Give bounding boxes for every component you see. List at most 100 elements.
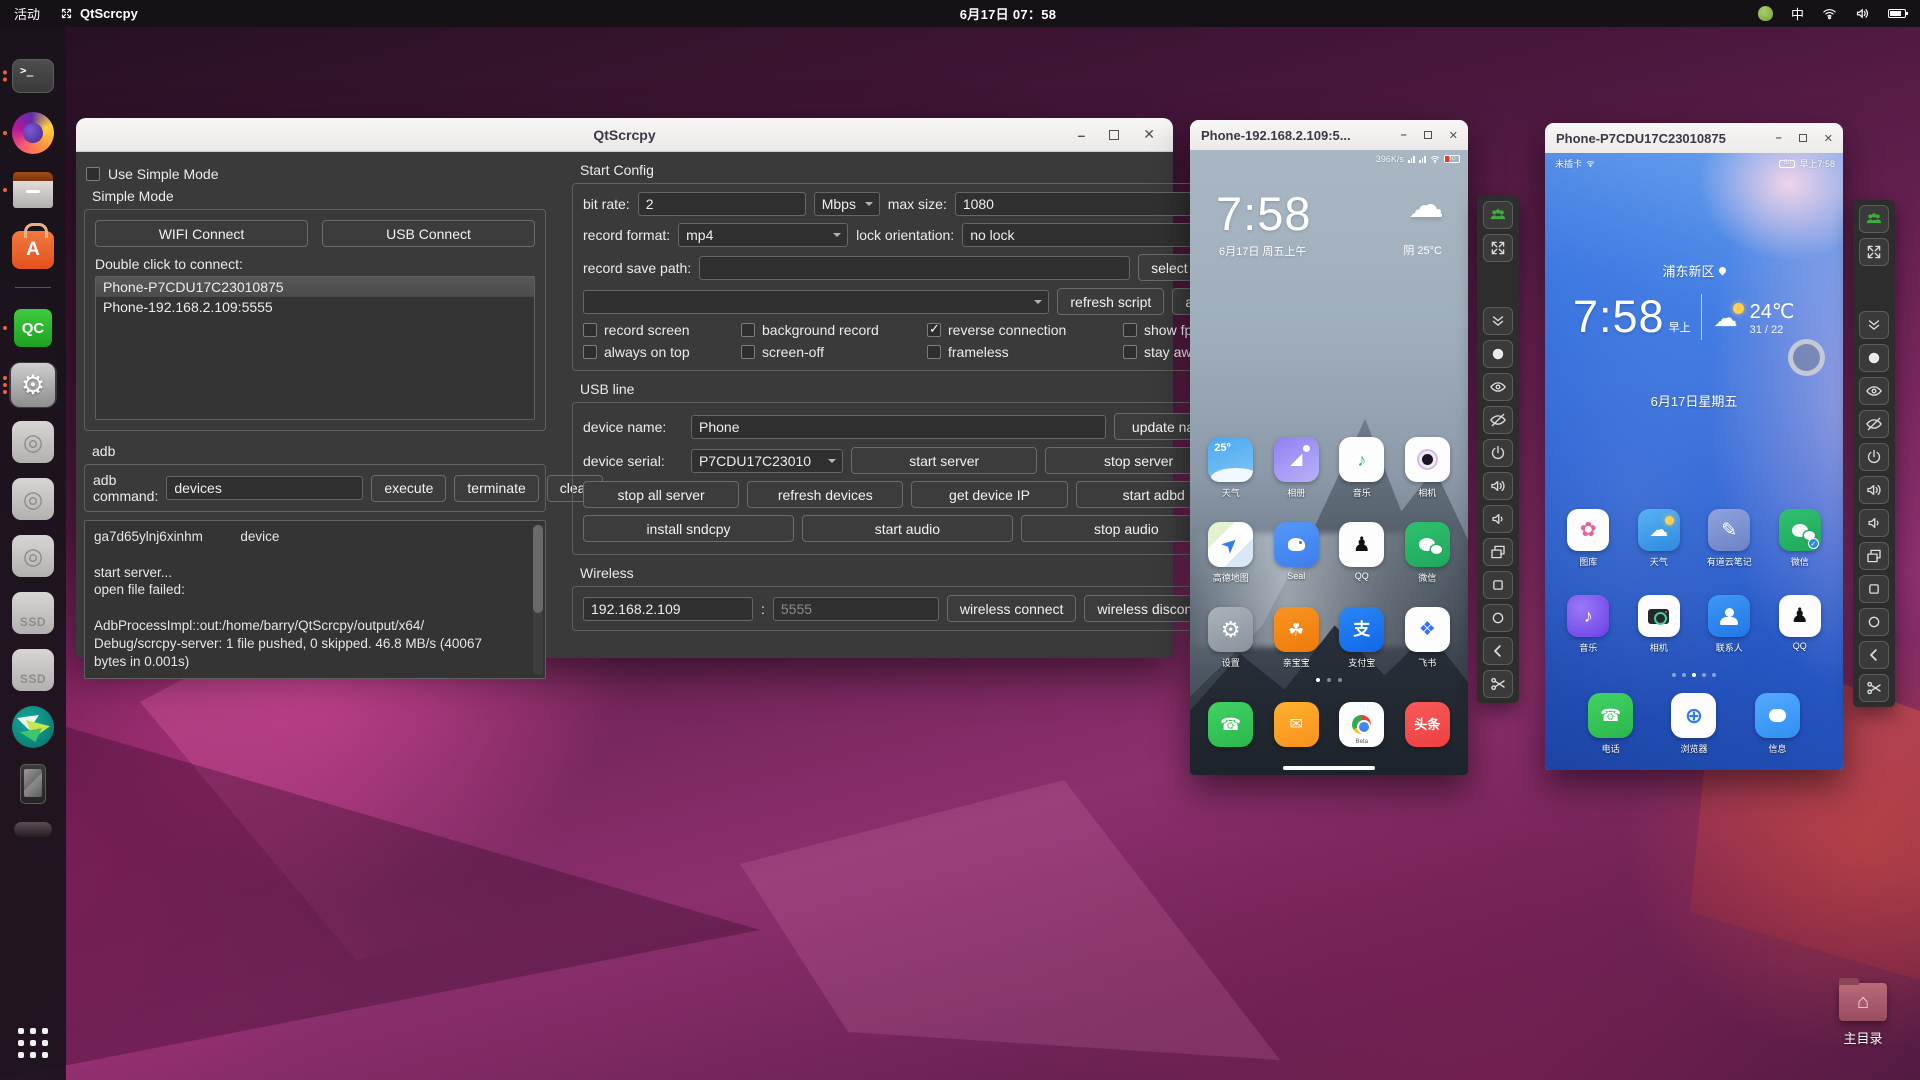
record-save-path-input[interactable] (699, 255, 1131, 280)
menu-button[interactable] (1483, 571, 1513, 599)
app-qq[interactable]: ♟ QQ (1333, 522, 1391, 584)
app-contacts[interactable]: 联系人 (1700, 595, 1758, 654)
wireless-ip-input[interactable] (583, 596, 753, 621)
start-audio-button[interactable]: start audio (801, 515, 1013, 542)
wireless-port-input[interactable] (772, 596, 939, 621)
app-amap[interactable]: ➤ 高德地图 (1202, 522, 1260, 584)
clock-indicator[interactable]: 6月17日 07：58 (960, 4, 1057, 23)
close-button[interactable]: ✕ (1143, 126, 1155, 143)
dock-item-qtscrcpy-active[interactable]: ⚙ (3, 362, 57, 408)
home-button[interactable] (1859, 608, 1889, 636)
use-simple-mode-checkbox[interactable] (86, 167, 100, 181)
volume-up-button[interactable] (1859, 476, 1889, 504)
power-button[interactable] (1859, 443, 1889, 471)
dock-item-firefox[interactable] (3, 110, 57, 156)
dock-item-ubuntu-software[interactable]: A (9, 222, 57, 270)
app-music[interactable]: ♪ 音乐 (1559, 595, 1617, 654)
app-gallery[interactable]: ✿ 图库 (1559, 509, 1617, 568)
usb-connect-button[interactable]: USB Connect (322, 220, 535, 247)
terminate-button[interactable]: terminate (454, 474, 539, 502)
device-list-item[interactable]: Phone-192.168.2.109:5555 (96, 297, 534, 317)
window-titlebar[interactable]: QtScrcpy – ✕ (76, 118, 1173, 152)
app-gallery[interactable]: ◢ 相册 (1267, 437, 1325, 499)
device-serial-combo[interactable]: P7CDU17C23010 (691, 448, 843, 473)
show-fps-checkbox[interactable] (1123, 323, 1137, 337)
power-button[interactable] (1483, 439, 1513, 467)
device-list[interactable]: Phone-P7CDU17C23010875 Phone-192.168.2.1… (95, 276, 535, 420)
record-screen-checkbox[interactable] (583, 323, 597, 337)
dock-app-messages[interactable]: 信息 (1748, 693, 1806, 755)
back-button[interactable] (1483, 637, 1513, 665)
screen-on-button[interactable] (1859, 377, 1889, 405)
adb-command-input[interactable] (166, 476, 364, 500)
android-tray-icon[interactable] (1757, 6, 1773, 21)
dock-app-messages[interactable]: ✉ (1267, 702, 1325, 747)
app-settings[interactable]: ⚙ 设置 (1202, 607, 1260, 669)
minimize-button[interactable]: – (1401, 129, 1407, 141)
wifi-connect-button[interactable]: WIFI Connect (95, 220, 308, 247)
dock-app-phone[interactable]: ☎ 电话 (1582, 693, 1640, 755)
dock-app-toutiao[interactable]: 头条 (1398, 702, 1456, 747)
app-weather[interactable]: ☁ 天气 (1630, 509, 1688, 568)
maximize-button[interactable] (1798, 134, 1807, 142)
bit-rate-input[interactable] (637, 192, 806, 216)
screenshot-button[interactable] (1483, 670, 1513, 698)
app-switch-button[interactable] (1483, 538, 1513, 566)
assistive-ball[interactable] (1788, 339, 1825, 376)
phone1-screen[interactable]: 396K/s 10 7:58 6月17日 周五上午 ☁ 阴 25°C 25° 天气… (1190, 150, 1468, 775)
app-menu[interactable]: QtScrcpy (60, 6, 138, 21)
dock-item-origami-app[interactable] (9, 704, 57, 750)
dock-app-phone[interactable]: ☎ (1202, 702, 1260, 747)
minimize-button[interactable]: – (1077, 127, 1085, 143)
app-camera[interactable]: 相机 (1398, 437, 1456, 499)
home-indicator[interactable] (1283, 766, 1375, 770)
volume-down-button[interactable] (1483, 505, 1513, 533)
record-format-combo[interactable]: mp4 (678, 223, 849, 247)
always-on-top-checkbox[interactable] (583, 345, 597, 359)
home-folder-desktop-icon[interactable]: ⌂ 主目录 (1830, 978, 1896, 1047)
dock-item-phone-device[interactable] (9, 761, 57, 807)
dock-item-disk-2[interactable]: ◎ (9, 476, 57, 522)
volume-up-button[interactable] (1483, 472, 1513, 500)
background-record-checkbox[interactable] (741, 323, 755, 337)
screen-off-button[interactable] (1483, 406, 1513, 434)
fullscreen-button[interactable] (1483, 234, 1513, 262)
close-button[interactable]: ✕ (1824, 132, 1833, 145)
dock-app-chrome-beta[interactable]: Beta (1333, 702, 1391, 747)
screen-off-button[interactable] (1859, 410, 1889, 438)
screen-off-checkbox[interactable] (741, 345, 755, 359)
start-server-button[interactable]: start server (851, 447, 1038, 474)
bit-rate-unit-combo[interactable]: Mbps (813, 192, 880, 216)
fullscreen-button[interactable] (1859, 238, 1889, 266)
dock-item-disk-3[interactable]: ◎ (9, 533, 57, 579)
screen-on-button[interactable] (1483, 373, 1513, 401)
install-sndcpy-button[interactable]: install sndcpy (583, 515, 794, 542)
input-method-indicator[interactable]: 中 (1791, 4, 1804, 23)
execute-button[interactable]: execute (371, 474, 447, 502)
stay-awake-checkbox[interactable] (1123, 345, 1137, 359)
app-feishu[interactable]: ❖ 飞书 (1398, 607, 1456, 669)
home-button[interactable] (1483, 604, 1513, 632)
adb-log-area[interactable]: ga7d65ylnj6xinhm device start server... … (84, 520, 546, 679)
touch-button[interactable] (1483, 340, 1513, 368)
dock-item-ssd-1[interactable]: SSD (9, 590, 57, 636)
reverse-connection-checkbox[interactable] (927, 321, 941, 337)
maximize-button[interactable] (1423, 131, 1432, 139)
get-device-ip-button[interactable]: get device IP (911, 481, 1068, 508)
wireless-connect-button[interactable]: wireless connect (946, 595, 1077, 622)
battery-icon[interactable] (1888, 9, 1908, 18)
volume-icon[interactable] (1855, 6, 1870, 21)
wifi-icon[interactable] (1822, 6, 1837, 21)
frameless-checkbox[interactable] (927, 345, 941, 359)
expand-notifications-button[interactable] (1859, 311, 1889, 339)
app-qinbaobao[interactable]: ☘ 亲宝宝 (1267, 607, 1325, 669)
refresh-script-button[interactable]: refresh script (1057, 288, 1165, 315)
expand-notifications-button[interactable] (1483, 307, 1513, 335)
phone2-screen[interactable]: 未插卡 50 早上7:58 浦东新区 7:58 早上 ☁ 24℃ 31 / 22… (1545, 153, 1843, 770)
dock-item-qtcreator[interactable]: QC (3, 305, 57, 351)
group-control-button[interactable] (1483, 201, 1513, 229)
back-button[interactable] (1859, 641, 1889, 669)
screenshot-button[interactable] (1859, 674, 1889, 702)
script-combo[interactable] (583, 289, 1050, 314)
dock-app-browser[interactable]: ⊕ 浏览器 (1665, 693, 1723, 755)
